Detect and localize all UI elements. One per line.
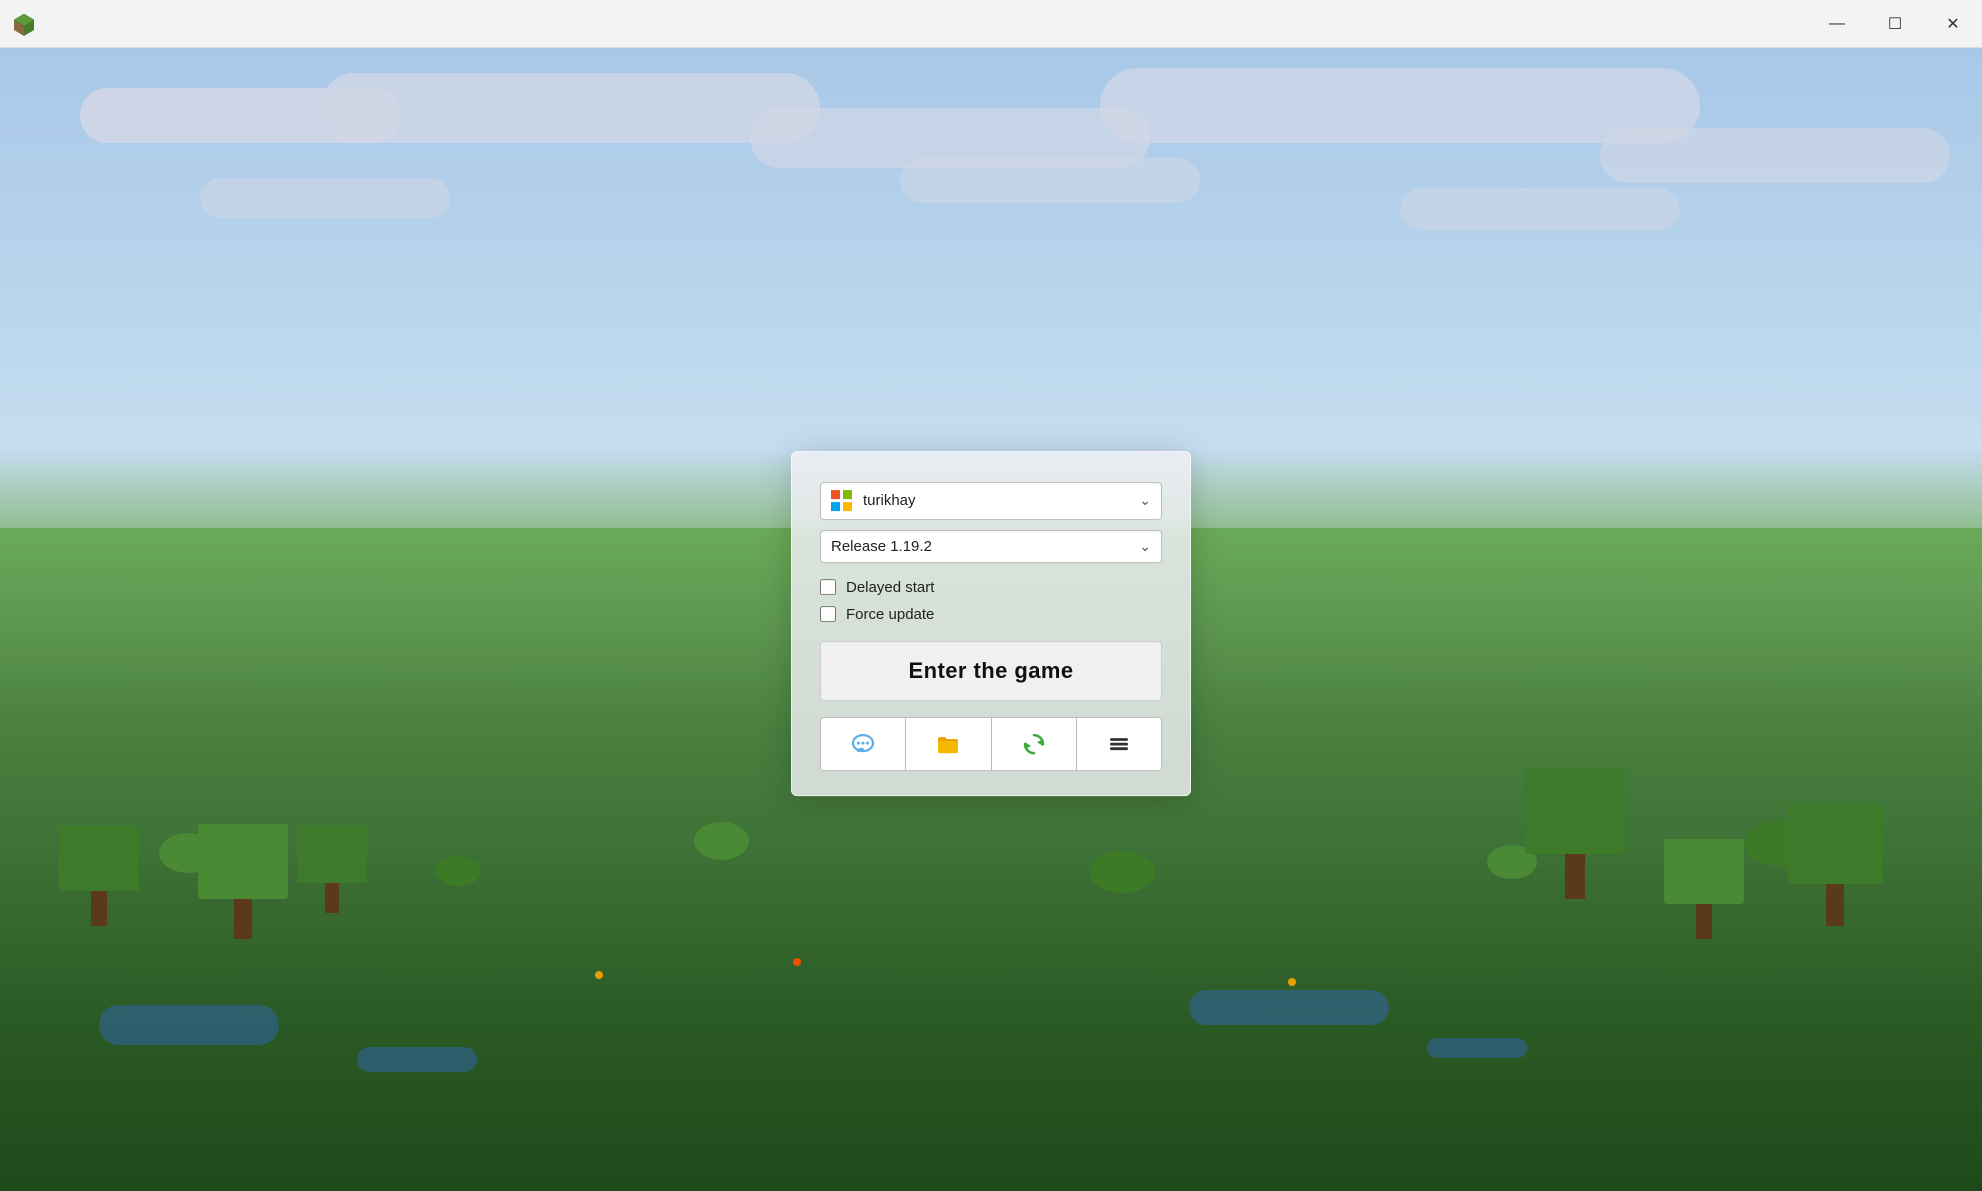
account-name: turikhay xyxy=(863,492,1139,509)
water-3 xyxy=(1189,990,1389,1025)
menu-button[interactable] xyxy=(1077,718,1161,770)
foliage-detail-3 xyxy=(1288,978,1296,986)
force-update-checkbox[interactable] xyxy=(820,606,836,622)
minimize-button[interactable]: — xyxy=(1808,0,1866,48)
water-2 xyxy=(357,1047,477,1072)
version-chevron-icon: ⌄ xyxy=(1139,538,1151,555)
tree-1 xyxy=(59,826,139,926)
window-controls: — ☐ ✕ xyxy=(1808,0,1982,48)
bush-4 xyxy=(1090,851,1155,893)
tree-6 xyxy=(1525,769,1625,899)
version-dropdown[interactable]: Release 1.19.2 ⌄ xyxy=(820,530,1162,563)
folder-icon xyxy=(935,731,961,757)
minecraft-logo xyxy=(10,10,38,38)
account-chevron-icon: ⌄ xyxy=(1139,492,1151,509)
titlebar: — ☐ ✕ xyxy=(0,0,1982,48)
delayed-start-checkbox[interactable] xyxy=(820,579,836,595)
force-update-row: Force update xyxy=(820,606,1162,623)
ms-logo-red xyxy=(831,490,840,499)
tree-4 xyxy=(1788,804,1883,926)
force-update-label[interactable]: Force update xyxy=(846,606,934,623)
tree-3 xyxy=(297,825,367,913)
cloud-5 xyxy=(1600,128,1950,183)
close-button[interactable]: ✕ xyxy=(1924,0,1982,48)
menu-icon xyxy=(1106,731,1132,757)
ms-logo-green xyxy=(843,490,852,499)
account-dropdown[interactable]: turikhay ⌄ xyxy=(820,482,1162,520)
bush-3 xyxy=(694,822,749,860)
tree-5 xyxy=(1664,839,1744,939)
tree-2 xyxy=(198,824,288,939)
foliage-detail-1 xyxy=(595,971,603,979)
water-4 xyxy=(1427,1038,1527,1058)
chat-icon xyxy=(850,731,876,757)
cloud-2 xyxy=(320,73,820,143)
folder-button[interactable] xyxy=(906,718,991,770)
delayed-start-row: Delayed start xyxy=(820,579,1162,596)
foliage-detail-2 xyxy=(793,958,801,966)
chat-button[interactable] xyxy=(821,718,906,770)
dialog-panel: turikhay ⌄ Release 1.19.2 ⌄ Delayed star… xyxy=(791,451,1191,796)
maximize-button[interactable]: ☐ xyxy=(1866,0,1924,48)
water-1 xyxy=(99,1005,279,1045)
refresh-button[interactable] xyxy=(992,718,1077,770)
enter-game-button[interactable]: Enter the game xyxy=(820,641,1162,701)
microsoft-logo xyxy=(831,490,853,512)
app-icon xyxy=(0,0,48,48)
bush-2 xyxy=(436,856,481,886)
cloud-7 xyxy=(900,158,1200,203)
cloud-4 xyxy=(1100,68,1700,143)
refresh-icon xyxy=(1021,731,1047,757)
cloud-6 xyxy=(200,178,450,218)
ms-logo-yellow xyxy=(843,502,852,511)
bottom-icon-row xyxy=(820,717,1162,771)
cloud-8 xyxy=(1400,188,1680,230)
version-value: Release 1.19.2 xyxy=(831,538,1139,555)
delayed-start-label[interactable]: Delayed start xyxy=(846,579,934,596)
ms-logo-blue xyxy=(831,502,840,511)
